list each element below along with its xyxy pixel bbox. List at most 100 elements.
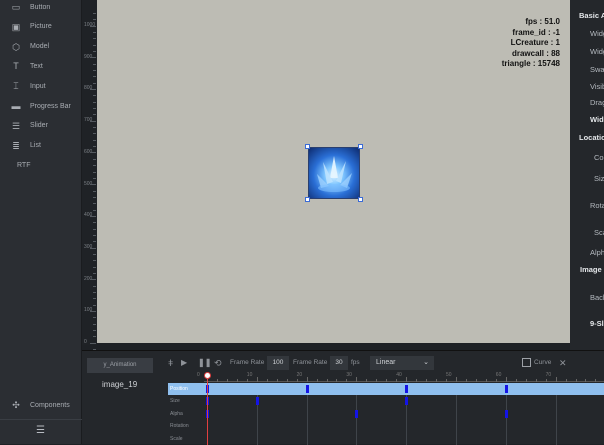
sidebar-item-text[interactable]: T Text bbox=[0, 56, 82, 76]
sidebar-item-progress-bar[interactable]: ▬ Progress Bar bbox=[0, 96, 82, 116]
keyframe[interactable] bbox=[305, 385, 309, 393]
component-sidebar: ▭ Button ▣ Picture ⬡ Model T Text ⌶ Input ▬ Progres… bbox=[0, 0, 82, 444]
prop-alpha: Alph bbox=[590, 248, 604, 257]
components-button[interactable]: ✣ Components bbox=[0, 395, 82, 415]
track-alpha[interactable]: Alpha bbox=[168, 408, 604, 420]
loop-icon[interactable]: ⟲ bbox=[214, 356, 222, 370]
timeline-tick bbox=[465, 379, 467, 382]
pause-icon[interactable]: ❚❚ bbox=[198, 356, 211, 370]
timeline-tick bbox=[485, 379, 487, 382]
keyframe[interactable] bbox=[355, 409, 359, 418]
sidebar-item-label: Slider bbox=[30, 122, 48, 130]
ruler-tick bbox=[93, 323, 96, 325]
ruler-tick bbox=[93, 291, 96, 293]
timeline-tick bbox=[525, 379, 527, 382]
close-icon[interactable]: ✕ bbox=[559, 356, 567, 370]
fps-stat: fps : 51.0 bbox=[525, 17, 560, 26]
ruler-tick bbox=[93, 95, 96, 97]
sidebar-item-label: Button bbox=[30, 3, 51, 11]
list-icon: ≣ bbox=[12, 140, 20, 151]
ruler-tick bbox=[93, 101, 96, 103]
ruler-tick bbox=[93, 32, 96, 34]
timeline-tick bbox=[346, 379, 348, 382]
track-size[interactable]: Size bbox=[168, 395, 604, 407]
track-position[interactable]: Position bbox=[168, 383, 604, 395]
track-scale[interactable]: Scale bbox=[168, 433, 604, 445]
input-icon: ⌶ bbox=[13, 81, 19, 92]
track-rotation[interactable]: Rotation bbox=[168, 420, 604, 432]
timeline-tick bbox=[226, 379, 228, 382]
keyframe[interactable] bbox=[504, 385, 508, 393]
ruler-tick bbox=[93, 196, 96, 198]
resize-handle-br[interactable] bbox=[358, 197, 363, 202]
resize-handle-tr[interactable] bbox=[358, 144, 363, 149]
ruler-tick bbox=[93, 330, 96, 331]
easing-select[interactable]: Linear ⌄ bbox=[370, 356, 434, 370]
section-basic-attributes[interactable]: Basic At bbox=[579, 11, 604, 20]
ruler-tick bbox=[93, 51, 96, 53]
keyframe[interactable] bbox=[405, 397, 409, 406]
sidebar-item-button[interactable]: ▭ Button bbox=[0, 0, 82, 17]
curve-checkbox[interactable] bbox=[522, 358, 531, 367]
section-image[interactable]: Image S bbox=[580, 265, 604, 274]
fps-input[interactable]: 30 bbox=[330, 356, 348, 370]
keyframe[interactable] bbox=[504, 409, 508, 418]
frame-id-stat: frame_id : -1 bbox=[512, 27, 560, 37]
section-location[interactable]: Location bbox=[579, 133, 604, 142]
ruler-tick bbox=[93, 266, 96, 268]
resize-handle-bl[interactable] bbox=[305, 197, 310, 202]
animation-panel: y_Animation image_19 ǂ ▶ ❚❚ ⟲ Frame Rate… bbox=[82, 350, 604, 445]
button-icon: ▭ bbox=[11, 2, 21, 12]
play-icon[interactable]: ▶ bbox=[181, 356, 187, 370]
sidebar-item-rtf[interactable]: RTF bbox=[0, 155, 82, 175]
resize-handle-tl[interactable] bbox=[305, 144, 310, 149]
collapse-menu-icon[interactable]: ☰ bbox=[36, 425, 45, 436]
timeline-tick bbox=[446, 379, 448, 382]
prop-size: Size bbox=[594, 174, 604, 183]
prop-swallow: Swall bbox=[590, 65, 604, 74]
timeline-ruler[interactable] bbox=[204, 376, 604, 382]
timeline-tick bbox=[555, 377, 557, 382]
ruler-tick bbox=[93, 285, 96, 287]
selected-image-sprite[interactable] bbox=[308, 147, 360, 199]
timeline-tick bbox=[246, 379, 248, 382]
animated-object-name[interactable]: image_19 bbox=[102, 380, 137, 389]
crystal-icon bbox=[317, 156, 352, 192]
ruler-tick bbox=[93, 127, 96, 129]
timeline-tick bbox=[426, 379, 428, 382]
keyframe[interactable] bbox=[255, 397, 259, 406]
timeline-tick bbox=[306, 377, 308, 382]
add-keyframe-icon[interactable]: ǂ bbox=[168, 356, 173, 370]
sidebar-item-list[interactable]: ≣ List bbox=[0, 136, 82, 156]
timeline[interactable]: 0 10 20 30 40 50 60 70 Position Size Alpha Rotation… bbox=[168, 371, 604, 445]
ruler-tick bbox=[93, 260, 96, 262]
ruler-tick bbox=[93, 114, 96, 116]
ruler-tick bbox=[93, 298, 96, 300]
sidebar-item-slider[interactable]: ☰ Slider bbox=[0, 116, 82, 136]
sidebar-item-input[interactable]: ⌶ Input bbox=[0, 76, 82, 96]
frame-rate-input[interactable]: 100 bbox=[267, 356, 289, 370]
scene-canvas[interactable]: fps : 51.0 frame_id : -1 LCreature : 1 d… bbox=[97, 0, 570, 343]
ruler-tick bbox=[90, 152, 96, 154]
ruler-tick bbox=[93, 336, 96, 338]
sidebar-item-picture[interactable]: ▣ Picture bbox=[0, 17, 82, 37]
ruler-tick bbox=[90, 310, 96, 312]
playhead-handle[interactable] bbox=[204, 372, 211, 379]
ruler-tick bbox=[93, 177, 96, 179]
ruler-tick bbox=[93, 165, 96, 167]
sidebar-item-model[interactable]: ⬡ Model bbox=[0, 37, 82, 57]
sidebar-item-label: Picture bbox=[30, 23, 52, 31]
frame-label: 50 bbox=[446, 372, 452, 378]
divider bbox=[0, 419, 82, 420]
vertical-ruler: 10009008007006005004003002001000 bbox=[82, 0, 97, 357]
playhead[interactable] bbox=[207, 375, 208, 445]
ruler-tick bbox=[93, 234, 96, 236]
keyframe[interactable] bbox=[405, 385, 409, 393]
timeline-tick bbox=[565, 379, 567, 382]
section-9-slice[interactable]: 9-Sli bbox=[590, 319, 604, 328]
ruler-tick bbox=[93, 241, 96, 243]
ruler-tick bbox=[90, 120, 96, 122]
prop-widget: Widg bbox=[590, 29, 604, 38]
ruler-tick bbox=[90, 279, 96, 281]
animation-name-button[interactable]: y_Animation bbox=[87, 358, 153, 373]
